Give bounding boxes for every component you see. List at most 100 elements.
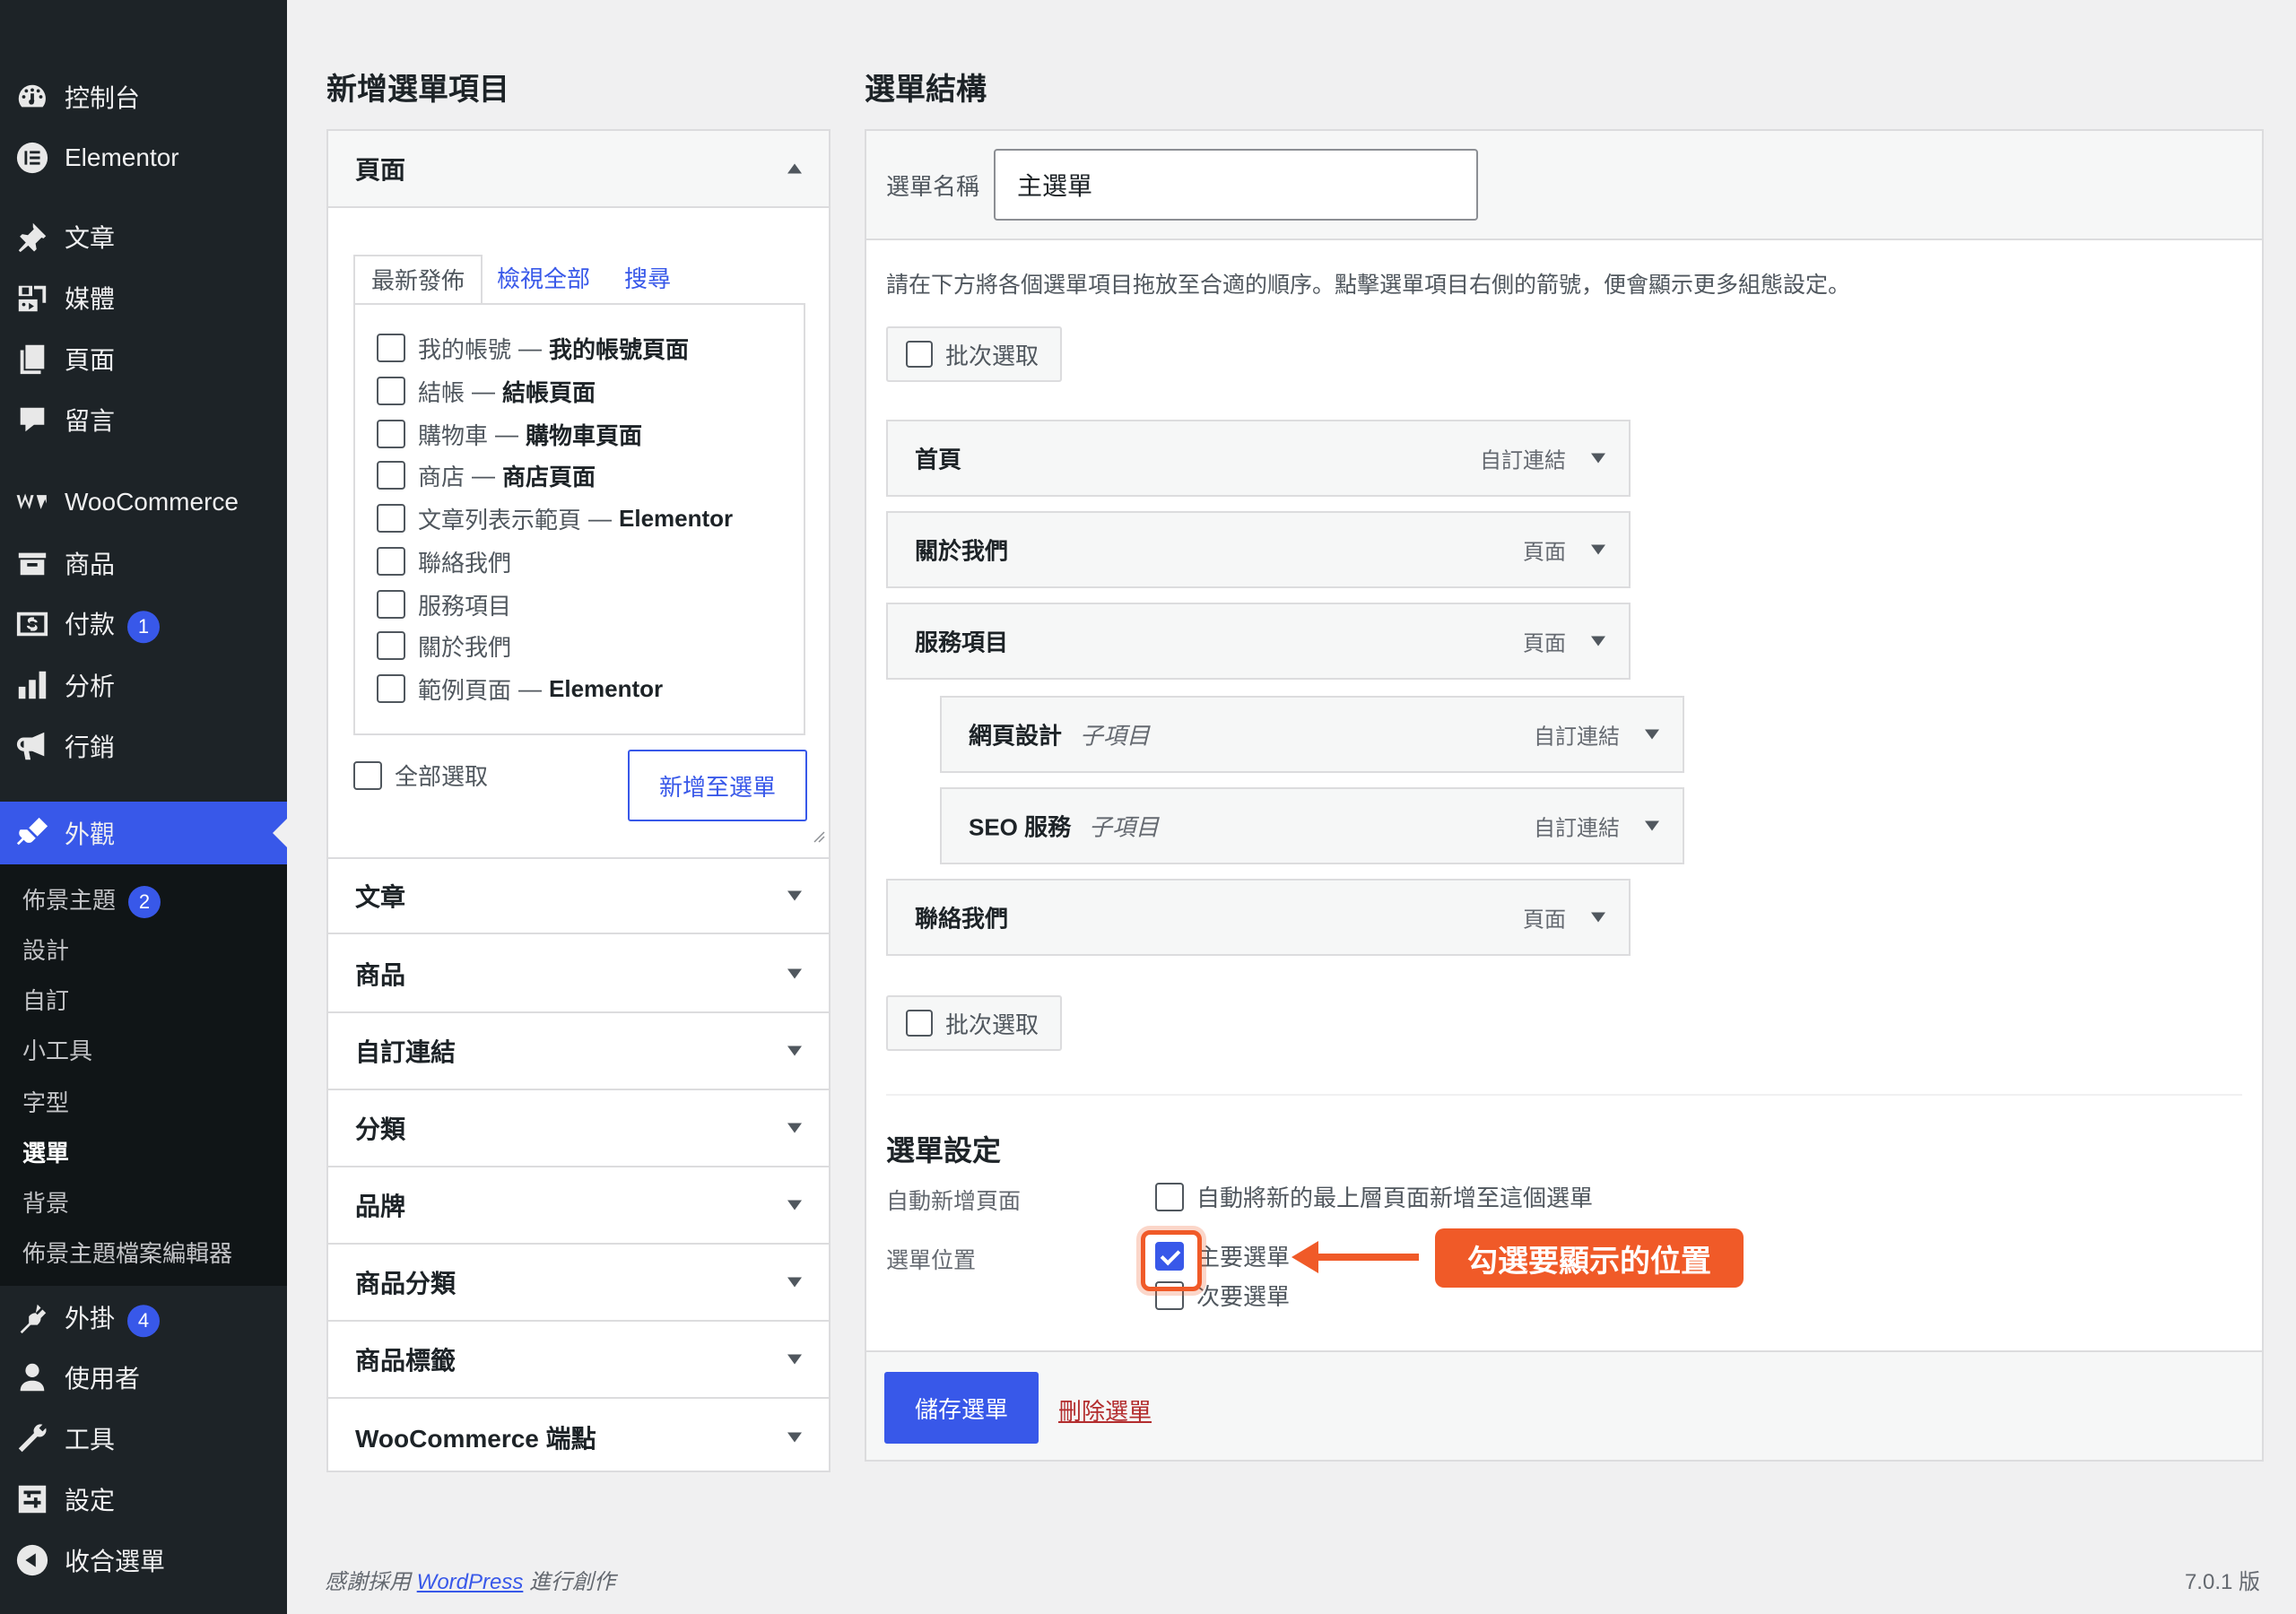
- accordion-section-product-categories[interactable]: 商品分類: [328, 1245, 829, 1322]
- submenu-item-widgets[interactable]: 小工具: [22, 1033, 92, 1066]
- submenu-item-fonts[interactable]: 字型: [22, 1085, 69, 1118]
- accordion-section-custom-links[interactable]: 自訂連結: [328, 1013, 829, 1090]
- add-menu-items-accordion: 頁面 最新發佈 檢視全部 搜尋 我的帳號 — 我的帳號頁面 結帳 — 結帳頁面 購物車 —…: [326, 129, 831, 1472]
- list-item[interactable]: 範例頁面 — Elementor: [377, 671, 663, 707]
- bulk-select-button-top[interactable]: 批次選取: [886, 326, 1062, 382]
- sidebar-item-label: 外掛 4: [65, 1299, 161, 1337]
- sidebar-item-tools[interactable]: 工具: [0, 1410, 287, 1467]
- page-checkbox[interactable]: [377, 674, 405, 703]
- arrow-left-icon: [1292, 1241, 1419, 1273]
- menu-item-about[interactable]: 關於我們 頁面: [886, 511, 1631, 588]
- menu-structure-heading: 選單結構: [865, 73, 987, 107]
- select-all-pages[interactable]: 全部選取: [353, 759, 488, 792]
- auto-add-checkbox[interactable]: [1155, 1182, 1184, 1211]
- themes-count-badge: 2: [128, 886, 161, 919]
- chevron-down-icon[interactable]: [1591, 636, 1605, 646]
- submenu-item-themes[interactable]: 佈景主題 2: [22, 882, 161, 919]
- chevron-down-icon: [787, 1354, 802, 1365]
- menu-instructions: 請在下方將各個選單項目拖放至合適的順序。點擊選單項目右側的箭號，便會顯示更多組態…: [886, 273, 1851, 298]
- sidebar-item-label: 行銷: [65, 733, 116, 761]
- wordpress-link[interactable]: WordPress: [417, 1570, 524, 1594]
- list-item[interactable]: 服務項目: [377, 586, 511, 622]
- submenu-item-menus[interactable]: 選單: [22, 1135, 69, 1168]
- bulk-select-checkbox[interactable]: [906, 1010, 933, 1037]
- menu-location-label: 選單位置: [886, 1248, 977, 1273]
- list-item[interactable]: 商店 — 商店頁面: [377, 457, 596, 493]
- sidebar-item-marketing[interactable]: 行銷: [0, 717, 287, 775]
- sidebar-item-settings[interactable]: 設定: [0, 1471, 287, 1528]
- list-item[interactable]: 購物車 — 購物車頁面: [377, 416, 642, 452]
- chevron-down-icon: [787, 1432, 802, 1443]
- chevron-down-icon[interactable]: [1645, 820, 1659, 831]
- delete-menu-link[interactable]: 刪除選單: [1058, 1393, 1152, 1427]
- sidebar-item-media[interactable]: 媒體: [0, 269, 287, 326]
- submenu-item-customize[interactable]: 自訂: [22, 983, 69, 1016]
- accordion-section-posts[interactable]: 文章: [328, 857, 829, 934]
- sidebar-item-elementor[interactable]: Elementor: [0, 129, 287, 187]
- list-item[interactable]: 聯絡我們: [377, 543, 511, 579]
- megaphone-icon: [14, 728, 50, 764]
- chevron-down-icon[interactable]: [1591, 544, 1605, 555]
- page-checkbox[interactable]: [377, 590, 405, 619]
- sidebar-item-appearance[interactable]: 外觀: [0, 802, 287, 864]
- products-icon: [14, 545, 50, 581]
- sidebar-collapse-menu[interactable]: 收合選單: [0, 1532, 287, 1589]
- chevron-down-icon[interactable]: [1645, 729, 1659, 740]
- tab-view-all[interactable]: 檢視全部: [497, 255, 590, 305]
- menu-item-contact[interactable]: 聯絡我們 頁面: [886, 879, 1631, 956]
- menu-item-services[interactable]: 服務項目 頁面: [886, 603, 1631, 680]
- submenu-item-theme-file-editor[interactable]: 佈景主題檔案編輯器: [22, 1236, 232, 1269]
- submenu-item-design[interactable]: 設計: [22, 933, 69, 966]
- submenu-item-background[interactable]: 背景: [22, 1185, 69, 1219]
- sidebar-item-posts[interactable]: 文章: [0, 208, 287, 265]
- sidebar-item-label: 商品: [65, 551, 116, 578]
- page-checkbox[interactable]: [377, 334, 405, 362]
- list-item[interactable]: 我的帳號 — 我的帳號頁面: [377, 330, 689, 366]
- sidebar-item-label: 外觀: [65, 820, 116, 848]
- pin-icon: [14, 219, 50, 255]
- menu-name-input[interactable]: [994, 149, 1478, 221]
- select-all-checkbox[interactable]: [353, 760, 382, 790]
- sidebar-item-dashboard[interactable]: 控制台: [0, 68, 287, 126]
- chevron-down-icon[interactable]: [1591, 453, 1605, 464]
- add-to-menu-button[interactable]: 新增至選單: [628, 750, 807, 821]
- accordion-section-woocommerce-endpoints[interactable]: WooCommerce 端點: [328, 1399, 829, 1476]
- sidebar-item-label: 頁面: [65, 346, 116, 374]
- accordion-section-product-tags[interactable]: 商品標籤: [328, 1322, 829, 1399]
- page-checkbox[interactable]: [377, 461, 405, 490]
- page-checkbox[interactable]: [377, 631, 405, 660]
- page-checkbox[interactable]: [377, 377, 405, 405]
- menu-item-web-design[interactable]: 網頁設計 子項目 自訂連結: [940, 696, 1684, 773]
- menu-item-seo[interactable]: SEO 服務 子項目 自訂連結: [940, 787, 1684, 864]
- page-checkbox[interactable]: [377, 420, 405, 448]
- accordion-section-products[interactable]: 商品: [328, 936, 829, 1013]
- menu-item-home[interactable]: 首頁 自訂連結: [886, 420, 1631, 497]
- page-checkbox[interactable]: [377, 504, 405, 533]
- accordion-section-brands[interactable]: 品牌: [328, 1167, 829, 1245]
- sidebar-item-payments[interactable]: 付款 1: [0, 595, 287, 653]
- accordion-section-categories[interactable]: 分類: [328, 1090, 829, 1167]
- accordion-section-pages[interactable]: 頁面: [328, 131, 829, 208]
- sidebar-item-users[interactable]: 使用者: [0, 1349, 287, 1406]
- chevron-down-icon: [787, 1277, 802, 1288]
- elementor-icon: [14, 140, 50, 176]
- tab-most-recent[interactable]: 最新發佈: [353, 255, 483, 305]
- sidebar-item-woocommerce[interactable]: WooCommerce: [0, 473, 287, 531]
- chevron-down-icon[interactable]: [1591, 912, 1605, 923]
- tab-search[interactable]: 搜尋: [624, 255, 671, 305]
- bulk-select-checkbox[interactable]: [906, 341, 933, 368]
- menu-name-label: 選單名稱: [886, 173, 980, 200]
- list-item[interactable]: 關於我們: [377, 628, 511, 664]
- list-item[interactable]: 文章列表示範頁 — Elementor: [377, 500, 733, 536]
- sidebar-item-plugins[interactable]: 外掛 4: [0, 1289, 287, 1347]
- list-item[interactable]: 結帳 — 結帳頁面: [377, 373, 596, 409]
- auto-add-pages-option[interactable]: 自動將新的最上層頁面新增至這個選單: [1155, 1180, 1593, 1213]
- sidebar-item-comments[interactable]: 留言: [0, 391, 287, 448]
- page-checkbox[interactable]: [377, 547, 405, 576]
- sidebar-item-pages[interactable]: 頁面: [0, 330, 287, 387]
- bulk-select-button-bottom[interactable]: 批次選取: [886, 995, 1062, 1051]
- save-menu-button[interactable]: 儲存選單: [884, 1372, 1039, 1444]
- resize-grip-icon[interactable]: [813, 830, 825, 843]
- sidebar-item-analytics[interactable]: 分析: [0, 656, 287, 714]
- sidebar-item-products[interactable]: 商品: [0, 534, 287, 592]
